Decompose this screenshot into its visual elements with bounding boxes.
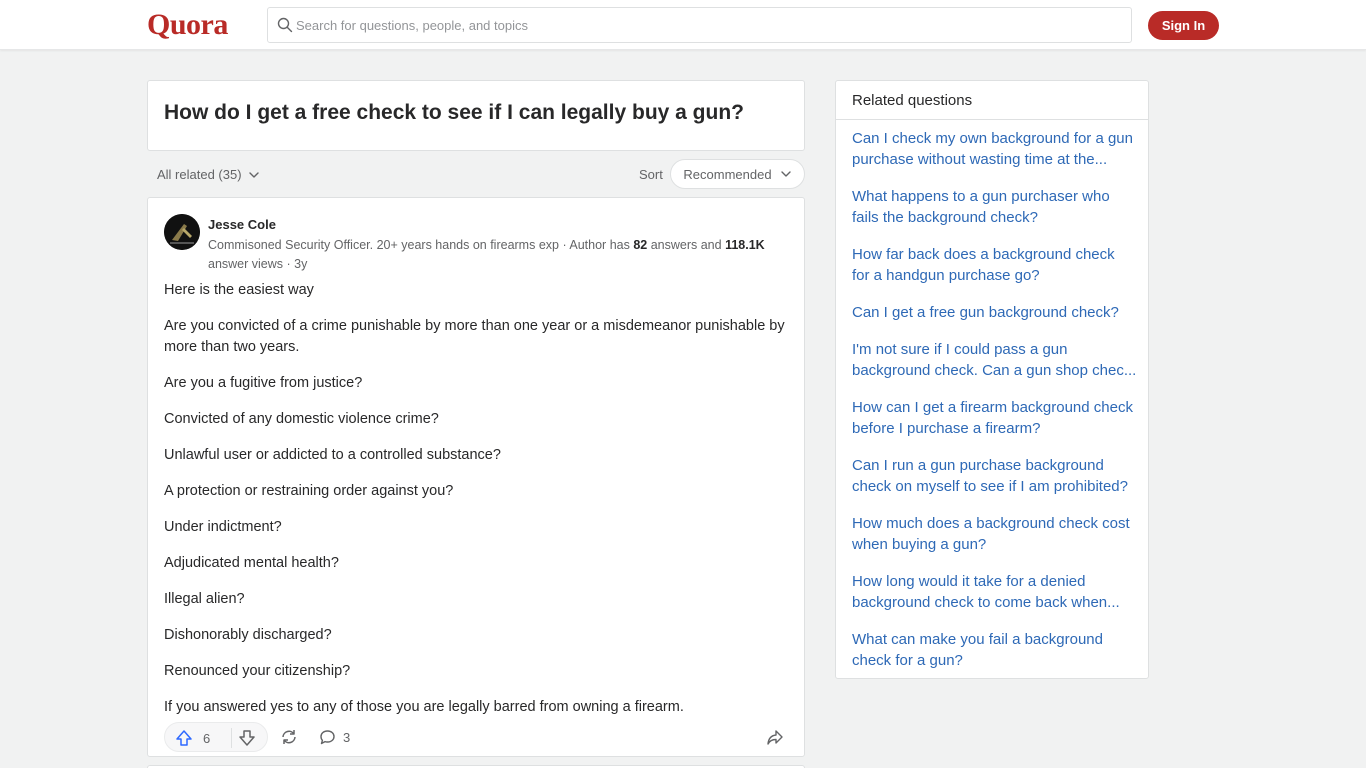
related-questions-panel: Related questions Can I check my own bac… — [835, 80, 1149, 679]
question-title: How do I get a free check to see if I ca… — [164, 101, 744, 124]
related-question-link[interactable]: Can I get a free gun background check? — [852, 302, 1138, 339]
related-question-link[interactable]: How can I get a firearm background check… — [852, 397, 1138, 455]
top-navigation-bar: Quora Sign In — [0, 0, 1366, 50]
chevron-down-icon — [780, 171, 791, 177]
downvote-button[interactable] — [238, 729, 256, 752]
author-credential: Commisoned Security Officer. 20+ years h… — [208, 236, 788, 274]
upvote-button[interactable]: 6 — [175, 729, 210, 747]
answer-paragraph: If you answered yes to any of those you … — [164, 699, 684, 715]
sign-in-button[interactable]: Sign In — [1148, 11, 1219, 40]
vote-group: 6 — [164, 722, 268, 752]
answer-paragraph: Are you a fugitive from justice? — [164, 375, 363, 391]
related-question-link[interactable]: How far back does a background check for … — [852, 244, 1138, 302]
answer-paragraph: Illegal alien? — [164, 591, 245, 607]
answer-paragraph: Under indictment? — [164, 519, 282, 535]
answer-paragraph: A protection or restraining order agains… — [164, 483, 454, 499]
credential-suffix: answer views · 3y — [208, 257, 308, 271]
all-related-label: All related (35) — [157, 167, 242, 182]
related-question-link[interactable]: I'm not sure if I could pass a gun backgr… — [852, 339, 1138, 397]
upvote-count: 6 — [203, 730, 211, 746]
answers-count: 82 — [633, 238, 648, 252]
related-question-link[interactable]: What can make you fail a background check… — [852, 629, 1138, 687]
answer-paragraph: Unlawful user or addicted to a controlle… — [164, 447, 501, 463]
related-question-link[interactable]: Can I check my own background for a gun p… — [852, 128, 1138, 186]
avatar-image — [164, 214, 200, 250]
upvote-arrow-icon — [176, 730, 192, 746]
share-button[interactable] — [766, 728, 784, 751]
related-question-link[interactable]: What happens to a gun purchaser who fails… — [852, 186, 1138, 244]
search-icon — [277, 17, 293, 33]
reshare-button[interactable] — [280, 728, 298, 751]
author-name[interactable]: Jesse Cole — [208, 217, 276, 232]
comment-bubble-icon — [320, 730, 335, 745]
share-arrow-icon — [767, 730, 783, 745]
credential-prefix: Commisoned Security Officer. 20+ years h… — [208, 238, 634, 252]
answer-paragraph: Here is the easiest way — [164, 282, 314, 298]
related-question-link[interactable]: How long would it take for a denied backg… — [852, 571, 1138, 629]
related-questions-list: Can I check my own background for a gun p… — [852, 128, 1138, 687]
answer-body: Here is the easiest way Are you convicte… — [164, 280, 790, 733]
sort-value: Recommended — [683, 166, 772, 182]
answer-paragraph: Are you convicted of a crime punishable … — [164, 318, 785, 355]
question-card: How do I get a free check to see if I ca… — [147, 80, 805, 151]
answer-card: Jesse Cole Commisoned Security Officer. … — [147, 197, 805, 757]
answer-actions: 6 3 — [164, 722, 790, 752]
credential-mid: answers and — [647, 238, 726, 252]
views-count: 118.1K — [725, 238, 765, 252]
chevron-down-icon — [248, 171, 259, 178]
search-input[interactable] — [296, 8, 1116, 42]
related-questions-heading: Related questions — [836, 81, 1148, 120]
reshare-icon — [282, 730, 296, 744]
all-related-dropdown[interactable]: All related (35) — [157, 167, 260, 182]
answer-paragraph: Convicted of any domestic violence crime… — [164, 411, 439, 427]
comment-count: 3 — [343, 730, 351, 745]
answer-paragraph: Dishonorably discharged? — [164, 627, 332, 643]
vote-divider — [231, 728, 232, 748]
avatar[interactable] — [164, 214, 200, 250]
downvote-arrow-icon — [239, 730, 255, 746]
quora-logo[interactable]: Quora — [147, 8, 228, 42]
search-box[interactable] — [267, 7, 1132, 43]
related-question-link[interactable]: How much does a background check cost whe… — [852, 513, 1138, 571]
related-question-link[interactable]: Can I run a gun purchase background check… — [852, 455, 1138, 513]
answer-paragraph: Adjudicated mental health? — [164, 555, 339, 571]
sort-label: Sort — [639, 167, 663, 182]
sort-dropdown[interactable]: Recommended — [670, 159, 805, 189]
answer-paragraph: Renounced your citizenship? — [164, 663, 351, 679]
comment-button[interactable]: 3 — [319, 729, 350, 746]
